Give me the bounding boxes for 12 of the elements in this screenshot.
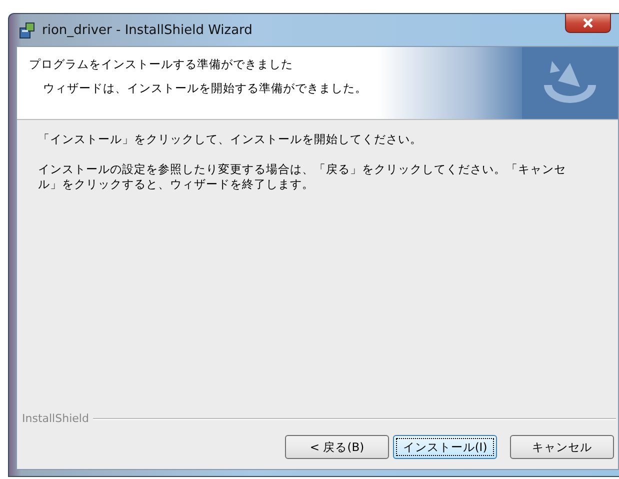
header-title: プログラムをインストールする準備ができました (29, 57, 294, 72)
brand-label: InstallShield (22, 412, 89, 425)
window-title: rion_driver - InstallShield Wizard (42, 22, 252, 38)
instruction-text: 「インストール」をクリックして、インストールを開始してください。 (38, 132, 423, 148)
header-subtitle: ウィザードは、インストールを開始する準備ができました。 (42, 81, 368, 96)
wizard-button[interactable]: キャンセル (510, 435, 614, 459)
installer-icon (18, 21, 36, 39)
wizard-button[interactable]: インストール(I) (393, 435, 497, 459)
wizard-button[interactable]: < 戻る(B) (285, 435, 389, 459)
instruction-text: インストールの設定を参照したり変更する場合は、「戻る」をクリックしてください。「キャンセル」をクリックすると、ウィザードを終了します。 (38, 162, 567, 193)
close-button[interactable] (565, 13, 611, 33)
close-icon (582, 18, 594, 28)
